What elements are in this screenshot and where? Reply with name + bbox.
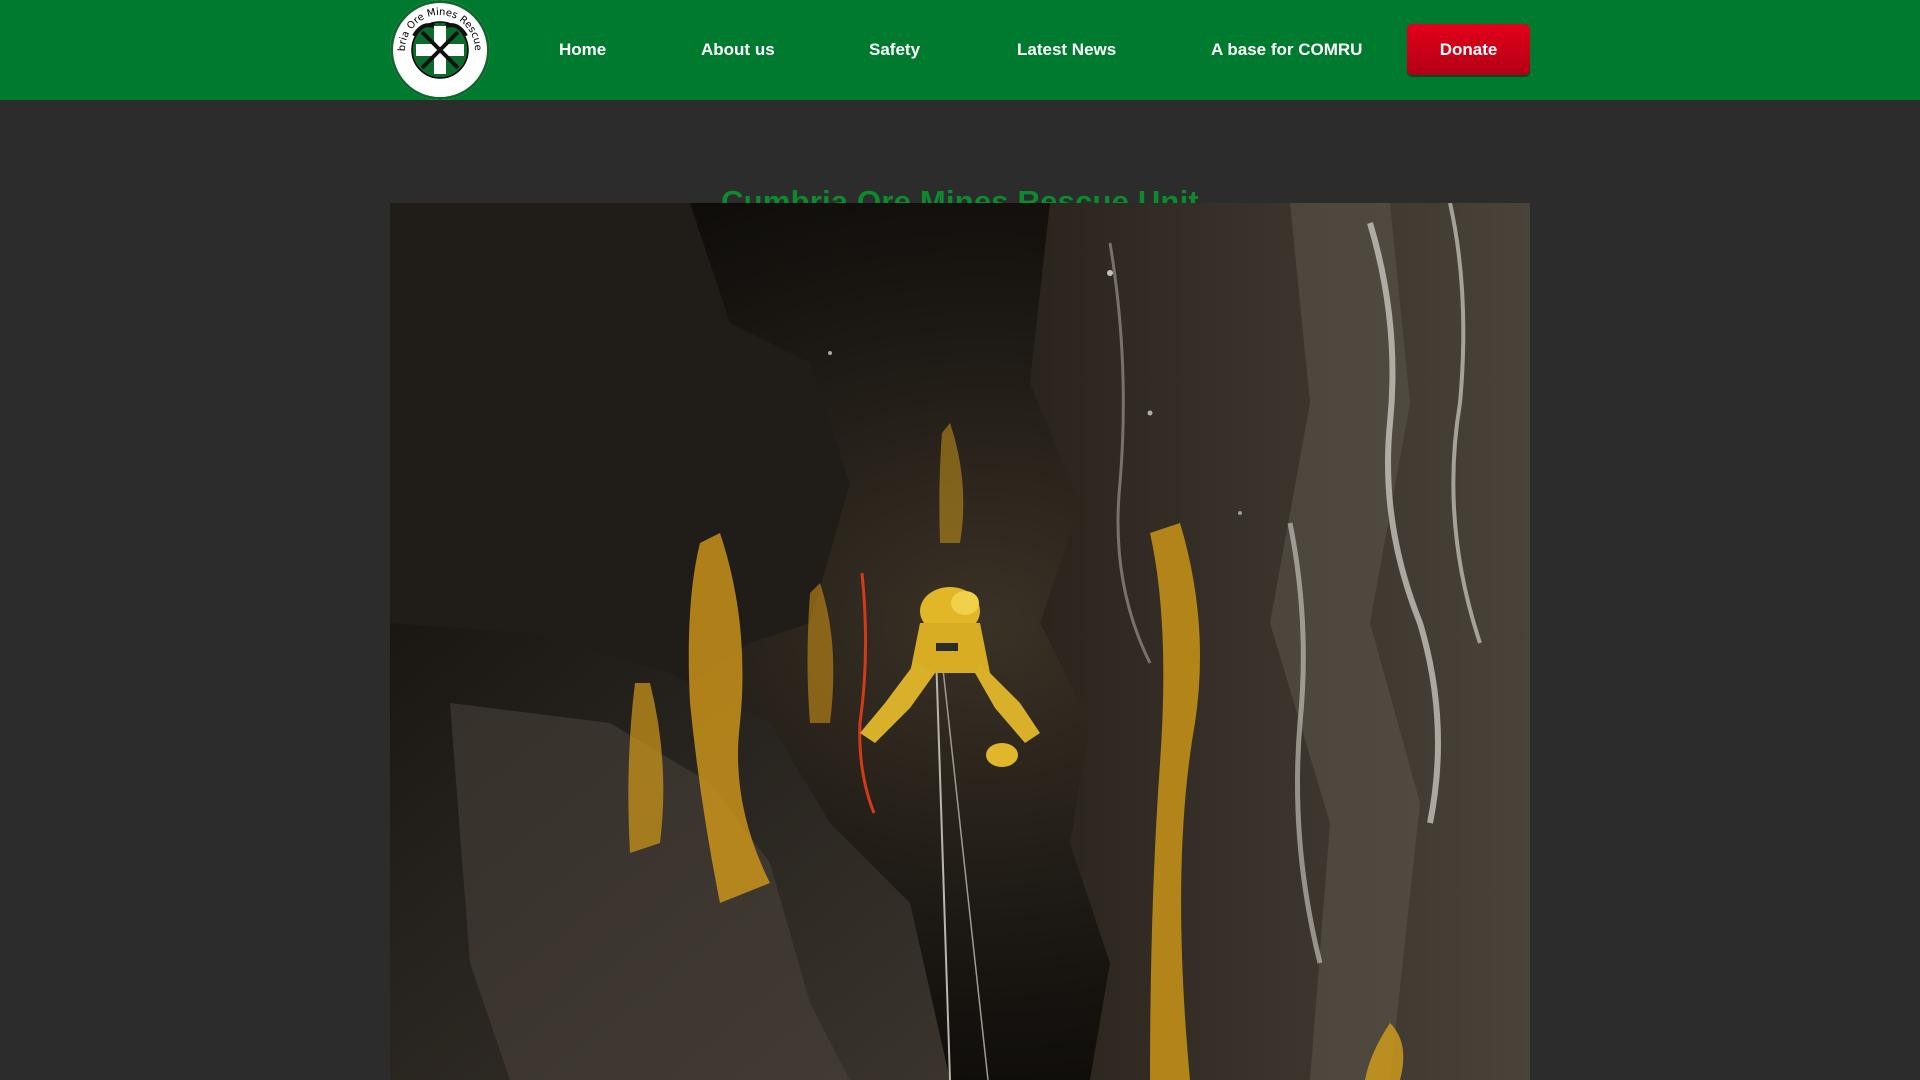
hero-image bbox=[390, 203, 1530, 1080]
nav-latest-news-link[interactable]: Latest News bbox=[1017, 38, 1116, 62]
donate-label: Donate bbox=[1439, 39, 1498, 59]
donate-button[interactable]: Donate bbox=[1407, 24, 1530, 75]
nav-about-link[interactable]: About us bbox=[701, 38, 775, 62]
main-nav: Home About us Safety Latest News A base … bbox=[0, 0, 1920, 100]
nav-base-for-comru-link[interactable]: A base for COMRU bbox=[1211, 38, 1362, 62]
nav-home-link[interactable]: Home bbox=[559, 38, 606, 62]
site-header: Cumbria Ore Mines Rescue Unit Home About… bbox=[0, 0, 1920, 100]
nav-safety-link[interactable]: Safety bbox=[869, 38, 920, 62]
cave-rope-rescue-image bbox=[390, 203, 1530, 1080]
